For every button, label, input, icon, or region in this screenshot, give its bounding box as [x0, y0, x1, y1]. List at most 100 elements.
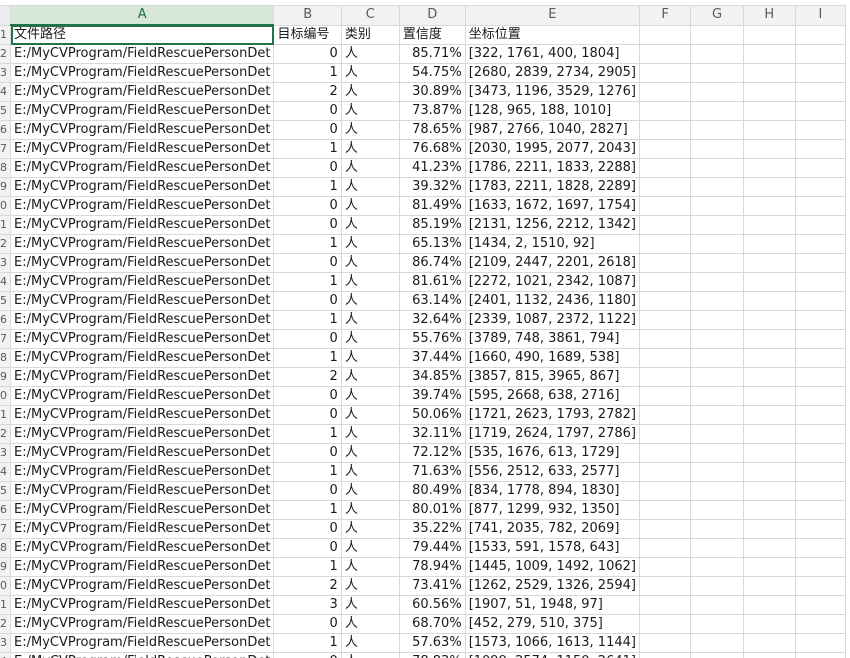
cell-empty[interactable] — [794, 519, 847, 539]
cell-bbox[interactable]: [128, 965, 188, 1010] — [464, 101, 640, 121]
column-header-c[interactable]: C — [340, 5, 400, 26]
cell-confidence[interactable]: 35.22% — [398, 519, 466, 539]
row-header[interactable]: 9 — [0, 367, 11, 387]
cell-empty[interactable] — [742, 424, 796, 444]
cell-file-path[interactable]: E:/MyCVProgram/FieldRescuePersonDet — [9, 462, 275, 482]
cell-confidence[interactable]: 72.12% — [398, 443, 466, 463]
column-header-d[interactable]: D — [398, 5, 466, 26]
cell-target-id[interactable]: 1 — [273, 234, 342, 254]
cell-empty[interactable] — [690, 386, 744, 406]
cell-empty[interactable] — [742, 405, 796, 425]
cell-empty[interactable] — [690, 82, 744, 102]
cell-empty[interactable] — [794, 614, 847, 634]
cell-target-id[interactable]: 0 — [273, 519, 342, 539]
cell-target-id[interactable]: 0 — [273, 120, 342, 140]
cell-empty[interactable] — [690, 367, 744, 387]
cell-empty[interactable] — [742, 576, 796, 596]
cell-category[interactable]: 人 — [340, 538, 400, 558]
cell-empty[interactable] — [794, 291, 847, 311]
cell-confidence[interactable]: 37.44% — [398, 348, 466, 368]
cell-category[interactable]: 人 — [340, 120, 400, 140]
cell-empty[interactable] — [690, 405, 744, 425]
cell-empty[interactable] — [638, 44, 692, 64]
cell-empty[interactable] — [742, 557, 796, 577]
cell-target-id[interactable]: 2 — [273, 576, 342, 596]
cell-file-path[interactable]: E:/MyCVProgram/FieldRescuePersonDet — [9, 424, 275, 444]
row-header[interactable]: 3 — [0, 63, 11, 83]
cell-empty[interactable] — [794, 367, 847, 387]
cell-empty[interactable] — [638, 329, 692, 349]
cell-bbox[interactable]: [1099, 2574, 1150, 2641] — [464, 652, 640, 658]
cell-empty[interactable] — [690, 158, 744, 178]
cell-empty[interactable] — [638, 538, 692, 558]
row-header[interactable]: 7 — [0, 329, 11, 349]
row-header[interactable]: 9 — [0, 557, 11, 577]
cell-confidence[interactable]: 34.85% — [398, 367, 466, 387]
cell-empty[interactable] — [742, 177, 796, 197]
cell-target-id[interactable]: 2 — [273, 82, 342, 102]
cell-confidence[interactable]: 54.75% — [398, 63, 466, 83]
cell-empty[interactable] — [690, 443, 744, 463]
cell-file-path[interactable]: E:/MyCVProgram/FieldRescuePersonDet — [9, 614, 275, 634]
cell-category-header[interactable]: 类别 — [340, 24, 400, 45]
cell-target-id[interactable]: 0 — [273, 101, 342, 121]
cell-empty[interactable] — [690, 614, 744, 634]
cell-bbox[interactable]: [1633, 1672, 1697, 1754] — [464, 196, 640, 216]
cell-empty[interactable] — [794, 177, 847, 197]
cell-confidence[interactable]: 63.14% — [398, 291, 466, 311]
cell-file-path[interactable]: E:/MyCVProgram/FieldRescuePersonDet — [9, 44, 275, 64]
cell-empty[interactable] — [742, 120, 796, 140]
cell-empty[interactable] — [742, 633, 796, 653]
cell-empty[interactable] — [794, 82, 847, 102]
cell-empty[interactable] — [638, 424, 692, 444]
row-header[interactable]: 2 — [0, 234, 11, 254]
cell-empty[interactable] — [638, 576, 692, 596]
row-header[interactable]: 9 — [0, 177, 11, 197]
cell-empty[interactable] — [690, 253, 744, 273]
cell-empty[interactable] — [690, 139, 744, 159]
cell-empty[interactable] — [638, 291, 692, 311]
cell-category[interactable]: 人 — [340, 348, 400, 368]
cell-category[interactable]: 人 — [340, 63, 400, 83]
cell-empty[interactable] — [690, 348, 744, 368]
cell-target-id[interactable]: 1 — [273, 63, 342, 83]
cell-empty[interactable] — [638, 519, 692, 539]
cell-file-path[interactable]: E:/MyCVProgram/FieldRescuePersonDet — [9, 386, 275, 406]
row-header[interactable]: 8 — [0, 158, 11, 178]
cell-file-path[interactable]: E:/MyCVProgram/FieldRescuePersonDet — [9, 633, 275, 653]
cell-empty[interactable] — [794, 272, 847, 292]
cell-target-id[interactable]: 1 — [273, 177, 342, 197]
cell-bbox[interactable]: [1262, 2529, 1326, 2594] — [464, 576, 640, 596]
cell-file-path[interactable]: E:/MyCVProgram/FieldRescuePersonDet — [9, 652, 275, 658]
cell-empty[interactable] — [742, 101, 796, 121]
cell-target-id[interactable]: 1 — [273, 500, 342, 520]
cell-file-path[interactable]: E:/MyCVProgram/FieldRescuePersonDet — [9, 405, 275, 425]
cell-empty[interactable] — [742, 500, 796, 520]
cell-category[interactable]: 人 — [340, 595, 400, 615]
cell-bbox[interactable]: [1573, 1066, 1613, 1144] — [464, 633, 640, 653]
cell-bbox[interactable]: [3857, 815, 3965, 867] — [464, 367, 640, 387]
cell-bbox[interactable]: [877, 1299, 932, 1350] — [464, 500, 640, 520]
cell-empty[interactable] — [690, 424, 744, 444]
cell-category[interactable]: 人 — [340, 158, 400, 178]
cell-empty[interactable] — [742, 367, 796, 387]
cell-empty[interactable] — [794, 462, 847, 482]
cell-empty[interactable] — [742, 215, 796, 235]
row-header[interactable]: 1 — [0, 595, 11, 615]
cell-file-path[interactable]: E:/MyCVProgram/FieldRescuePersonDet — [9, 120, 275, 140]
cell-category[interactable]: 人 — [340, 291, 400, 311]
cell-target-id[interactable]: 0 — [273, 405, 342, 425]
cell-empty[interactable] — [794, 310, 847, 330]
cell-category[interactable]: 人 — [340, 500, 400, 520]
cell-empty[interactable] — [742, 253, 796, 273]
cell-confidence[interactable]: 79.44% — [398, 538, 466, 558]
cell-target-id[interactable]: 0 — [273, 215, 342, 235]
cell-category[interactable]: 人 — [340, 386, 400, 406]
row-header[interactable]: 7 — [0, 139, 11, 159]
cell-empty[interactable] — [742, 44, 796, 64]
cell-empty[interactable] — [638, 405, 692, 425]
cell-confidence[interactable]: 73.41% — [398, 576, 466, 596]
cell-category[interactable]: 人 — [340, 424, 400, 444]
row-header[interactable]: 0 — [0, 386, 11, 406]
cell-empty[interactable] — [794, 424, 847, 444]
